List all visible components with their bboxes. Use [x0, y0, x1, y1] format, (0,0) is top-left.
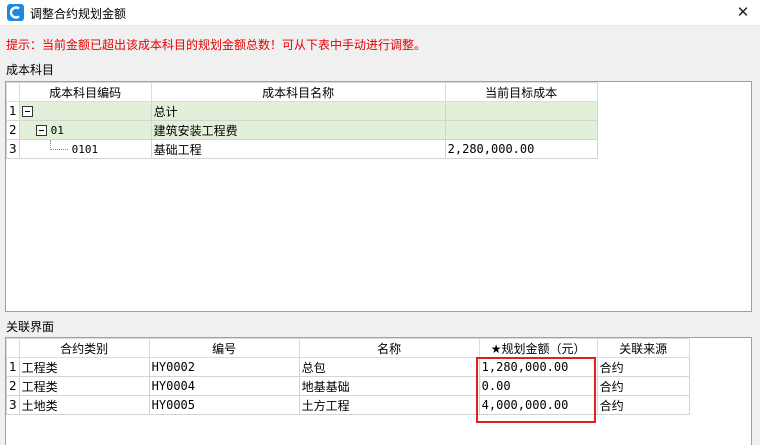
col-header-category[interactable]: 合约类别 [18, 338, 150, 358]
cost-table-header: 成本科目编码 成本科目名称 当前目标成本 [6, 82, 598, 102]
row-number: 3 [6, 139, 20, 159]
col-header-code[interactable]: 成本科目编码 [18, 82, 152, 102]
table-row[interactable]: 2 工程类 HY0004 地基基础 0.00 合约 [6, 376, 690, 396]
code-cell: HY0004 [148, 376, 300, 396]
row-number: 1 [6, 101, 20, 121]
row-number: 1 [6, 357, 20, 377]
cost-table: 成本科目编码 成本科目名称 当前目标成本 1 总计 2 01 建筑安装工程费 3… [6, 82, 598, 159]
table-row[interactable]: 1 工程类 HY0002 总包 1,280,000.00 合约 [6, 357, 690, 377]
category-cell: 土地类 [18, 395, 150, 415]
amount-cell[interactable]: 0.00 [478, 376, 598, 396]
tree-connector-icon [49, 140, 68, 150]
col-header-name[interactable]: 成本科目名称 [150, 82, 446, 102]
name-cell: 总包 [298, 357, 480, 377]
cost-grid-panel[interactable]: 成本科目编码 成本科目名称 当前目标成本 1 总计 2 01 建筑安装工程费 3… [5, 81, 752, 312]
source-cell: 合约 [596, 395, 690, 415]
app-logo-icon [7, 4, 24, 21]
code-cell: HY0002 [148, 357, 300, 377]
col-header-cost[interactable]: 当前目标成本 [444, 82, 598, 102]
cost-value-cell [444, 101, 598, 121]
cost-name-cell: 基础工程 [150, 139, 446, 159]
name-cell: 地基基础 [298, 376, 480, 396]
cost-code-cell: 01 [18, 120, 152, 140]
cost-value-cell [444, 120, 598, 140]
close-icon: ✕ [736, 3, 750, 21]
cost-value-cell: 2,280,000.00 [444, 139, 598, 159]
link-section-label: 关联界面 [6, 320, 55, 334]
table-row[interactable]: 3 土地类 HY0005 土方工程 4,000,000.00 合约 [6, 395, 690, 415]
amount-cell[interactable]: 4,000,000.00 [478, 395, 598, 415]
collapse-icon[interactable] [21, 106, 33, 117]
source-cell: 合约 [596, 357, 690, 377]
close-button[interactable]: ✕ [726, 0, 760, 26]
category-cell: 工程类 [18, 376, 150, 396]
code-cell: HY0005 [148, 395, 300, 415]
link-table-header: 合约类别 编号 名称 ★规划金额（元） 关联来源 [6, 338, 690, 358]
col-header-name[interactable]: 名称 [298, 338, 480, 358]
col-header-code[interactable]: 编号 [148, 338, 300, 358]
link-grid-panel[interactable]: 合约类别 编号 名称 ★规划金额（元） 关联来源 1 工程类 HY0002 总包… [5, 337, 752, 445]
header-corner [6, 338, 20, 358]
table-row[interactable]: 3 0101 基础工程 2,280,000.00 [6, 139, 598, 159]
table-row[interactable]: 1 总计 [6, 101, 598, 121]
cost-code-cell: 0101 [18, 139, 152, 159]
category-cell: 工程类 [18, 357, 150, 377]
row-number: 2 [6, 376, 20, 396]
table-row[interactable]: 2 01 建筑安装工程费 [6, 120, 598, 140]
window-title: 调整合约规划金额 [30, 7, 127, 21]
row-number: 2 [6, 120, 20, 140]
amount-cell[interactable]: 1,280,000.00 [478, 357, 598, 377]
collapse-icon[interactable] [35, 125, 47, 136]
name-cell: 土方工程 [298, 395, 480, 415]
header-corner [6, 82, 20, 102]
source-cell: 合约 [596, 376, 690, 396]
cost-section-label: 成本科目 [6, 63, 55, 77]
link-table: 合约类别 编号 名称 ★规划金额（元） 关联来源 1 工程类 HY0002 总包… [6, 338, 690, 415]
row-number: 3 [6, 395, 20, 415]
title-bar: 调整合约规划金额 ✕ [0, 0, 760, 26]
col-header-source[interactable]: 关联来源 [596, 338, 690, 358]
warning-hint: 提示：当前金额已超出该成本科目的规划金额总数！可从下表中手动进行调整。 [6, 38, 427, 52]
cost-name-cell: 总计 [150, 101, 446, 121]
cost-name-cell: 建筑安装工程费 [150, 120, 446, 140]
col-header-amount[interactable]: ★规划金额（元） [478, 338, 598, 358]
cost-code-cell [18, 101, 152, 121]
